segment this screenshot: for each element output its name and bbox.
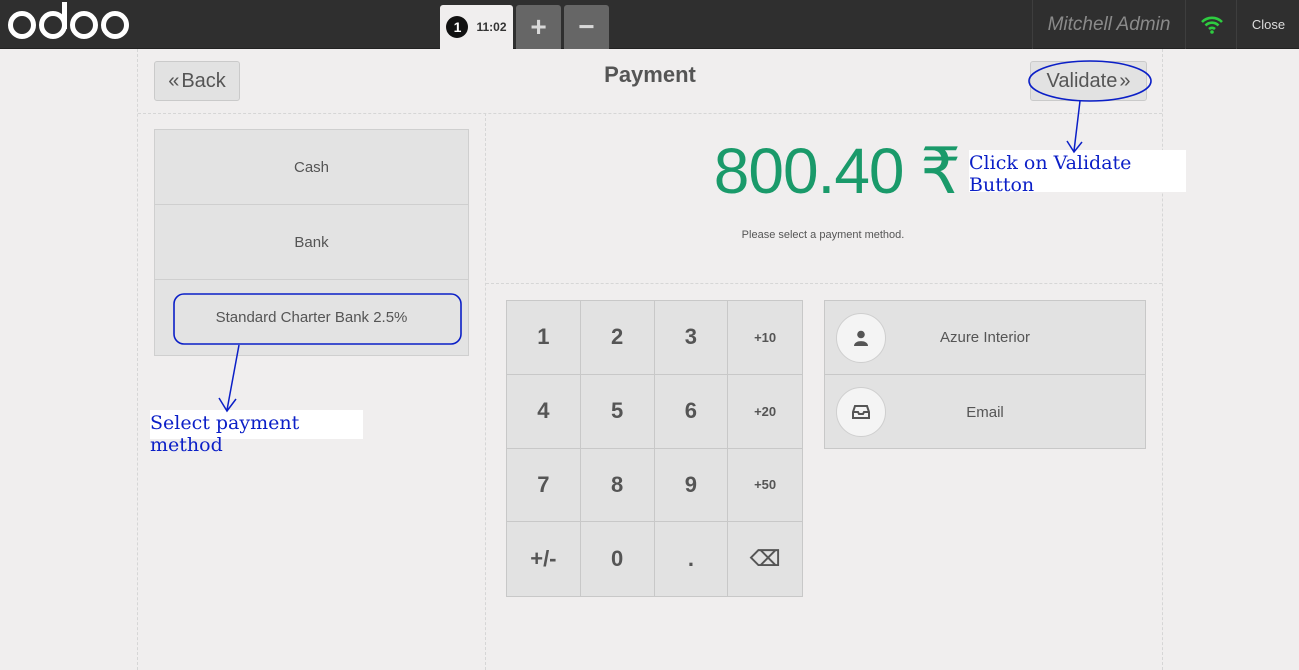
user-name: Mitchell Admin xyxy=(1032,0,1186,49)
numpad-key-plus20[interactable]: +20 xyxy=(728,375,802,449)
numpad-key-8[interactable]: 8 xyxy=(580,448,655,523)
email-label: Email xyxy=(966,403,1004,421)
page-title: Payment xyxy=(604,62,696,87)
numpad-key-3[interactable]: 3 xyxy=(654,301,729,375)
numpad-key-1[interactable]: 1 xyxy=(507,301,581,375)
backspace-icon[interactable]: ⌫ xyxy=(728,522,802,596)
back-button[interactable]: « Back xyxy=(154,61,240,101)
frame-divider xyxy=(485,113,486,670)
header-divider xyxy=(138,113,1162,114)
close-button[interactable]: Close xyxy=(1238,0,1299,49)
numpad-key-2[interactable]: 2 xyxy=(580,301,655,375)
numpad: 1 2 3 +10 4 5 6 +20 7 8 9 +50 +/- 0 . ⌫ xyxy=(506,300,803,597)
order-number-badge: 1 xyxy=(446,16,469,38)
numpad-key-0[interactable]: 0 xyxy=(581,522,655,596)
plus-icon[interactable]: + xyxy=(516,5,561,49)
validate-label: Validate xyxy=(1046,69,1118,92)
numpad-key-7[interactable]: 7 xyxy=(507,448,581,523)
customer-button[interactable]: Azure Interior xyxy=(825,301,1145,375)
numpad-key-plus50[interactable]: +50 xyxy=(728,449,802,523)
back-label: Back xyxy=(181,69,226,92)
inbox-icon xyxy=(836,387,886,437)
numpad-key-6[interactable]: 6 xyxy=(654,374,729,449)
validate-button[interactable]: Validate » xyxy=(1030,61,1147,101)
numpad-key-9[interactable]: 9 xyxy=(654,448,729,523)
frame-divider xyxy=(1162,49,1163,670)
minus-icon[interactable]: − xyxy=(564,5,609,49)
order-tab[interactable]: 1 11:02 xyxy=(440,5,513,49)
payment-method-list: Cash Bank Standard Charter Bank 2.5% xyxy=(154,129,469,356)
double-chevron-right-icon: » xyxy=(1119,69,1131,92)
validate-arrow xyxy=(1066,100,1083,154)
numpad-key-5[interactable]: 5 xyxy=(580,374,655,449)
payment-method-bank[interactable]: Bank xyxy=(155,205,468,280)
email-button[interactable]: Email xyxy=(825,375,1145,449)
wifi-icon xyxy=(1187,0,1237,49)
payment-hint: Please select a payment method. xyxy=(741,229,905,241)
top-bar: 1 11:02 + − Mitchell Admin Close xyxy=(0,0,1299,49)
due-amount: 800.40 ₹ xyxy=(713,135,961,207)
numpad-key-decimal[interactable]: . xyxy=(655,522,729,596)
annotation-validate: Click on Validate Button xyxy=(969,150,1186,196)
order-time: 11:02 xyxy=(476,20,507,34)
annotation-select-method: Select payment method xyxy=(150,410,363,456)
payment-method-standard-charter[interactable]: Standard Charter Bank 2.5% xyxy=(155,280,468,355)
numpad-key-sign[interactable]: +/- xyxy=(507,522,581,596)
payment-method-cash[interactable]: Cash xyxy=(155,130,468,205)
customer-label: Azure Interior xyxy=(939,329,1031,346)
frame-divider xyxy=(137,49,138,670)
odoo-logo xyxy=(8,2,129,46)
numpad-key-4[interactable]: 4 xyxy=(507,374,581,449)
client-panel: Azure Interior Email xyxy=(824,300,1146,449)
double-chevron-left-icon: « xyxy=(168,69,180,92)
user-icon xyxy=(836,313,886,363)
numpad-key-plus10[interactable]: +10 xyxy=(728,301,802,375)
summary-divider xyxy=(486,283,1162,284)
